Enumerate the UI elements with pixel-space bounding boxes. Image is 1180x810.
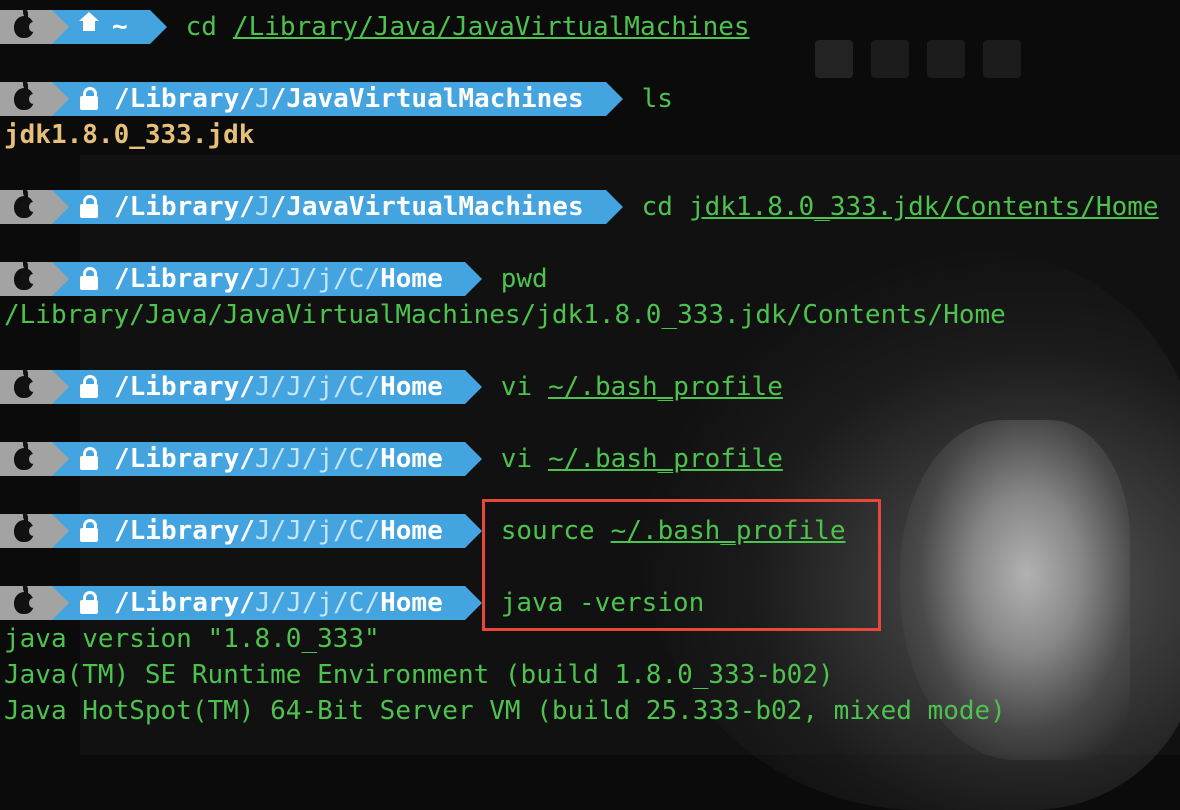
path-part: Home <box>380 372 443 402</box>
path-segment: /Library/J/JavaVirtualMachines <box>52 82 623 116</box>
path-part: /Library/ <box>114 84 255 114</box>
path-segment: /Library/J/JavaVirtualMachines <box>52 190 623 224</box>
command-argument[interactable]: ~/.bash_profile <box>548 372 783 402</box>
path-part: /Library/ <box>114 444 255 474</box>
path-segment: /Library/J/J/j/C/Home <box>52 514 482 548</box>
os-segment <box>0 513 69 548</box>
pwd-output: /Library/Java/JavaVirtualMachines/jdk1.8… <box>4 300 1006 330</box>
java-version-output: java version "1.8.0_333" <box>4 624 380 654</box>
command: cd <box>185 12 217 42</box>
java-version-output: Java HotSpot(TM) 64-Bit Server VM (build… <box>4 696 1006 726</box>
os-segment <box>0 261 69 296</box>
command: ls <box>641 84 673 114</box>
path-part: /Library/ <box>114 372 255 402</box>
prompt-line: ~ cd /Library/Java/JavaVirtualMachines <box>0 9 750 45</box>
apple-icon <box>14 585 37 614</box>
path-part: J/J/j/C/ <box>254 516 381 546</box>
command-argument[interactable]: ~/.bash_profile <box>548 444 783 474</box>
lock-icon <box>80 519 98 542</box>
java-version-output: Java(TM) SE Runtime Environment (build 1… <box>4 660 834 690</box>
lock-icon <box>80 87 98 110</box>
home-label: ~ <box>112 12 128 42</box>
os-segment <box>0 9 69 44</box>
command-argument[interactable]: jdk1.8.0_333.jdk/Contents/Home <box>689 192 1159 222</box>
command: pwd <box>500 264 548 294</box>
path-part: J/J/j/C/ <box>254 588 381 618</box>
os-segment <box>0 189 69 224</box>
command: vi <box>500 444 533 474</box>
os-segment <box>0 81 69 116</box>
highlight-box <box>482 499 881 631</box>
path-part: Home <box>380 516 443 546</box>
prompt-line: /Library/J/J/j/C/Home vi ~/.bash_profile <box>0 441 783 477</box>
home-icon <box>79 12 99 37</box>
apple-icon <box>14 189 37 218</box>
ls-output: jdk1.8.0_333.jdk <box>4 120 255 150</box>
terminal-window[interactable]: ~ cd /Library/Java/JavaVirtualMachines /… <box>0 0 1180 758</box>
apple-icon <box>14 9 37 38</box>
lock-icon <box>80 267 98 290</box>
lock-icon <box>80 591 98 614</box>
apple-icon <box>14 369 37 398</box>
path-part: J <box>254 84 271 114</box>
path-part: /Library/ <box>114 588 255 618</box>
prompt-line: /Library/J/J/j/C/Home vi ~/.bash_profile <box>0 369 783 405</box>
path-part: /Library/ <box>114 264 255 294</box>
command-argument[interactable]: /Library/Java/JavaVirtualMachines <box>233 12 750 42</box>
prompt-line: /Library/J/JavaVirtualMachines ls <box>0 81 673 117</box>
apple-icon <box>14 261 37 290</box>
apple-icon <box>14 441 37 470</box>
path-part: J/J/j/C/ <box>254 372 381 402</box>
path-part: /JavaVirtualMachines <box>270 84 584 114</box>
path-part: /Library/ <box>114 192 255 222</box>
path-part: Home <box>380 444 443 474</box>
prompt-line: /Library/J/JavaVirtualMachines cd jdk1.8… <box>0 189 1159 225</box>
os-segment <box>0 369 69 404</box>
lock-icon <box>80 195 98 218</box>
apple-icon <box>14 81 37 110</box>
path-part: J <box>254 192 271 222</box>
command: cd <box>641 192 673 222</box>
prompt-line: /Library/J/J/j/C/Home pwd <box>0 261 548 297</box>
path-segment: /Library/J/J/j/C/Home <box>52 442 482 476</box>
path-segment: /Library/J/J/j/C/Home <box>52 262 482 296</box>
path-part: /Library/ <box>114 516 255 546</box>
os-segment <box>0 441 69 476</box>
path-part: J/J/j/C/ <box>254 444 381 474</box>
lock-icon <box>80 375 98 398</box>
path-part: /JavaVirtualMachines <box>270 192 584 222</box>
path-part: Home <box>380 264 443 294</box>
path-segment: /Library/J/J/j/C/Home <box>52 586 482 620</box>
path-part: J/J/j/C/ <box>254 264 381 294</box>
command: vi <box>500 372 533 402</box>
path-part: Home <box>380 588 443 618</box>
apple-icon <box>14 513 37 542</box>
path-segment: /Library/J/J/j/C/Home <box>52 370 482 404</box>
os-segment <box>0 585 69 620</box>
lock-icon <box>80 447 98 470</box>
